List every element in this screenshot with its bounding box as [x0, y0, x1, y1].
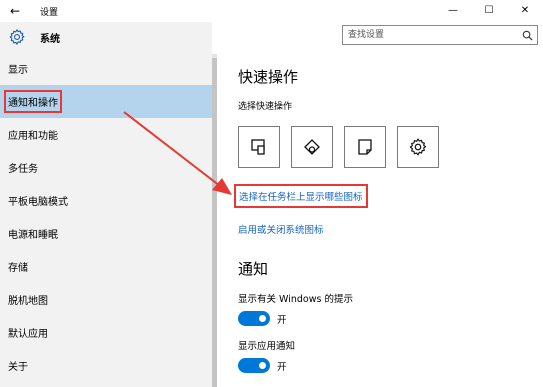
- sidebar-item-label: 默认应用: [8, 329, 48, 340]
- sidebar-header: 系统: [0, 22, 212, 52]
- sidebar-nav: 显示 通知和操作 应用和功能 多任务 平板电脑模式 电源和睡眠 存储 脱机地图 …: [0, 52, 212, 382]
- sidebar-item-display[interactable]: 显示: [0, 52, 212, 85]
- tablet-mode-icon: [251, 139, 265, 155]
- sidebar-item-power[interactable]: 电源和睡眠: [0, 217, 212, 250]
- quick-actions-heading: 快速操作: [238, 68, 299, 86]
- sidebar-item-label: 关于: [8, 362, 28, 373]
- toggle-state-label: 开: [277, 314, 287, 326]
- sidebar-item-label: 存储: [8, 263, 28, 274]
- close-icon: ✕: [520, 4, 530, 16]
- setting-app-notifications: 开: [238, 358, 538, 373]
- maximize-icon: ☐: [484, 4, 494, 16]
- setting-windows-tips-label: 显示有关 Windows 的提示: [238, 294, 353, 305]
- close-button[interactable]: ✕: [507, 0, 543, 20]
- minimize-icon: —: [448, 4, 458, 16]
- scrollbar[interactable]: [212, 54, 217, 387]
- sidebar-item-apps[interactable]: 应用和功能: [0, 118, 212, 151]
- sidebar: 系统 显示 通知和操作 应用和功能 多任务 平板电脑模式 电源和睡眠 存储 脱机…: [0, 22, 212, 387]
- sidebar-item-label: 脱机地图: [8, 296, 48, 307]
- maximize-button[interactable]: ☐: [471, 0, 507, 20]
- sidebar-item-label: 电源和睡眠: [8, 230, 58, 241]
- sidebar-item-label: 平板电脑模式: [8, 197, 68, 208]
- quick-action-tile-tablet-mode[interactable]: [238, 126, 280, 168]
- sidebar-item-storage[interactable]: 存储: [0, 250, 212, 283]
- setting-app-notifications-label: 显示应用通知: [238, 341, 296, 352]
- sidebar-item-notifications[interactable]: 通知和操作: [0, 85, 212, 118]
- setting-windows-tips: 开: [238, 311, 538, 326]
- back-button[interactable]: ←: [0, 0, 30, 22]
- windows-tips-toggle[interactable]: [238, 311, 270, 326]
- quick-action-tile-location[interactable]: [291, 126, 333, 168]
- gear-icon: [9, 29, 25, 45]
- quick-actions-subtitle: 选择快速操作: [238, 102, 293, 112]
- back-arrow-icon: ←: [9, 4, 21, 18]
- search-box: [342, 25, 538, 45]
- quick-action-tile-settings[interactable]: [397, 126, 439, 168]
- notifications-heading: 通知: [238, 260, 269, 278]
- settings-icon: [409, 138, 427, 156]
- sidebar-item-label: 多任务: [8, 164, 38, 175]
- sidebar-item-label: 显示: [8, 65, 28, 76]
- sidebar-header-label: 系统: [40, 33, 60, 45]
- location-icon: [304, 139, 320, 155]
- sidebar-item-label: 应用和功能: [8, 131, 58, 142]
- window-title: 设置: [40, 7, 59, 18]
- sidebar-item-multitasking[interactable]: 多任务: [0, 151, 212, 184]
- sidebar-item-offline-maps[interactable]: 脱机地图: [0, 283, 212, 316]
- toggle-knob: [259, 362, 266, 369]
- link-taskbar-icons[interactable]: 选择在任务栏上显示哪些图标: [239, 189, 363, 203]
- app-notifications-toggle[interactable]: [238, 358, 270, 373]
- sidebar-item-about[interactable]: 关于: [0, 349, 212, 382]
- toggle-knob: [259, 315, 266, 322]
- highlight-box: 选择在任务栏上显示哪些图标: [234, 184, 368, 208]
- search-icon[interactable]: [517, 30, 537, 41]
- search-input[interactable]: [343, 26, 517, 44]
- window-controls: — ☐ ✕: [435, 0, 543, 20]
- sidebar-item-default-apps[interactable]: 默认应用: [0, 316, 212, 349]
- sidebar-item-tablet-mode[interactable]: 平板电脑模式: [0, 184, 212, 217]
- scrollbar-thumb[interactable]: [212, 58, 217, 387]
- sidebar-item-label: 通知和操作: [4, 90, 62, 113]
- link-system-icons[interactable]: 启用或关闭系统图标: [238, 222, 538, 236]
- toggle-state-label: 开: [277, 361, 287, 373]
- main-content: 快速操作 选择快速操作 选择在任务栏上显示哪些图标 启用或关闭系统图标 通知 显…: [234, 54, 538, 373]
- title-bar: ← 设置 — ☐ ✕: [0, 0, 543, 22]
- note-icon: [358, 139, 372, 155]
- quick-action-tiles: [238, 126, 538, 168]
- minimize-button[interactable]: —: [435, 0, 471, 20]
- quick-action-tile-note[interactable]: [344, 126, 386, 168]
